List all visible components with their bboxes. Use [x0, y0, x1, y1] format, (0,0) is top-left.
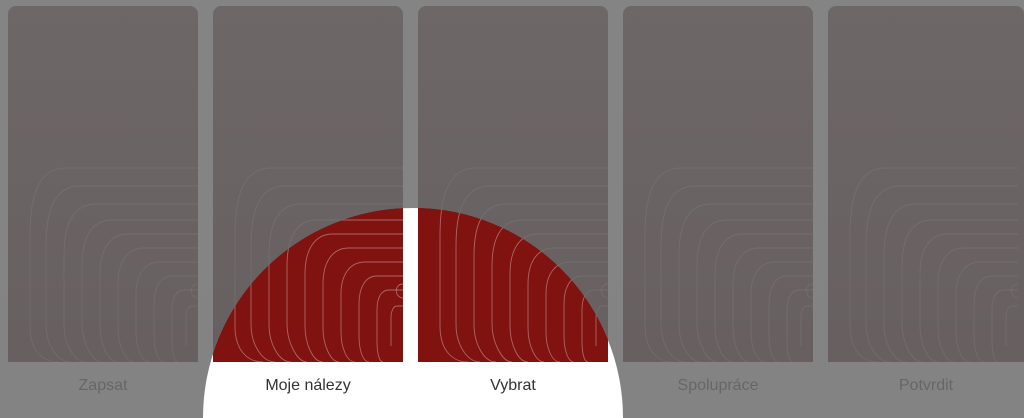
contour-map-illustration [418, 6, 608, 362]
contour-map-illustration [828, 6, 1024, 362]
tutorial-stage: Zapsat Moje nálezy Vybrat Spolupráce Pot… [0, 0, 1024, 418]
spotlight-label-moje-nalezy: Moje nálezy [213, 362, 403, 409]
contour-map-illustration [623, 6, 813, 362]
card-spoluprace[interactable]: Spolupráce [623, 6, 813, 409]
contour-map-illustration [213, 6, 403, 362]
card-zapsat[interactable]: Zapsat [8, 6, 198, 409]
contour-map-illustration [8, 6, 198, 362]
card-label: Potvrdit [898, 376, 954, 394]
card-vybrat[interactable]: Vybrat [418, 6, 608, 409]
card-moje-nalezy[interactable]: Moje nálezy [213, 6, 403, 409]
spotlight-label-vybrat: Vybrat [418, 362, 608, 409]
card-label: Spolupráce [677, 376, 759, 394]
card-label: Zapsat [78, 376, 128, 394]
card-potvrdit[interactable]: Potvrdit [828, 6, 1024, 409]
